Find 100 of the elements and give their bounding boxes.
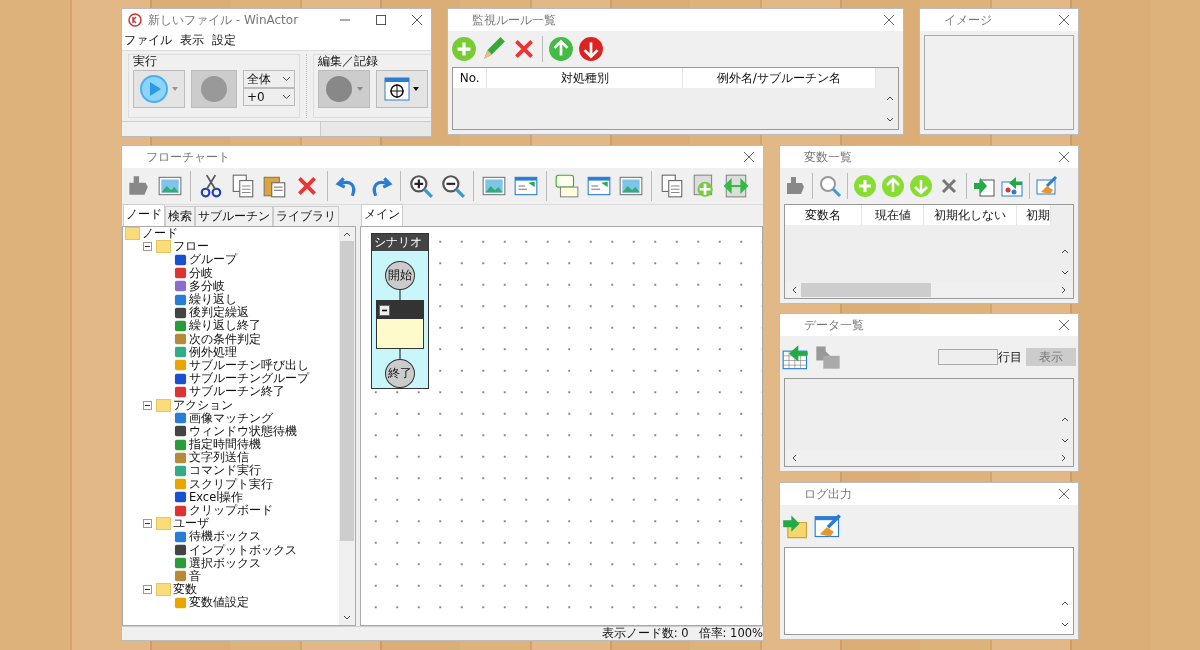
tree-item[interactable]: フロー bbox=[173, 240, 209, 254]
collapse-icon[interactable] bbox=[143, 585, 152, 595]
swap-icon[interactable] bbox=[723, 173, 749, 199]
tree-item[interactable]: インプットボックス bbox=[189, 543, 297, 557]
tree-item[interactable]: アクション bbox=[173, 398, 233, 412]
tree-item[interactable]: 文字列送信 bbox=[189, 451, 249, 465]
scissors-icon[interactable] bbox=[198, 173, 224, 199]
collapse-icon[interactable] bbox=[143, 519, 152, 529]
close-icon[interactable] bbox=[743, 151, 755, 163]
scroll-down-icon[interactable] bbox=[1061, 438, 1069, 444]
tree-item[interactable]: 変数 bbox=[173, 583, 197, 597]
column-header[interactable]: No. bbox=[453, 68, 488, 88]
tab[interactable]: サブルーチン bbox=[195, 206, 273, 226]
tree-item[interactable]: 次の条件判定 bbox=[189, 332, 261, 346]
start-node[interactable]: 開始 bbox=[385, 261, 415, 291]
scroll-thumb[interactable] bbox=[340, 241, 354, 541]
close-icon[interactable] bbox=[1058, 151, 1070, 163]
close-icon[interactable] bbox=[1058, 14, 1070, 26]
close-icon[interactable] bbox=[1058, 319, 1070, 331]
scroll-up-icon[interactable] bbox=[343, 231, 351, 237]
scroll-up-icon[interactable] bbox=[886, 95, 894, 101]
column-header[interactable]: 対処種別 bbox=[487, 68, 683, 88]
tree-item[interactable]: Excel操作 bbox=[189, 490, 244, 504]
menu-item[interactable]: 設定 bbox=[212, 32, 236, 49]
scroll-thumb[interactable] bbox=[801, 283, 931, 297]
scroll-left-icon[interactable] bbox=[791, 286, 797, 294]
copy-icon[interactable] bbox=[230, 173, 256, 199]
tree-item[interactable]: 画像マッチング bbox=[189, 411, 273, 425]
scroll-down-icon[interactable] bbox=[1061, 270, 1069, 276]
tree-item[interactable]: サブルーチン呼び出し bbox=[189, 358, 309, 372]
run-button[interactable] bbox=[133, 70, 185, 108]
tab[interactable]: メイン bbox=[361, 204, 403, 226]
column-header[interactable]: 初期 bbox=[1016, 205, 1051, 225]
tree-item[interactable]: グループ bbox=[189, 253, 237, 267]
tree-item[interactable]: 繰り返し終了 bbox=[189, 319, 261, 333]
target-button[interactable] bbox=[376, 70, 428, 108]
close-icon[interactable] bbox=[411, 14, 423, 26]
tree-item[interactable]: 選択ボックス bbox=[189, 556, 261, 570]
column-header[interactable]: 変数名 bbox=[785, 205, 863, 225]
scroll-up-icon[interactable] bbox=[1061, 416, 1069, 422]
scroll-right-icon[interactable] bbox=[1061, 286, 1067, 294]
record-button[interactable] bbox=[318, 70, 370, 108]
collapse-icon[interactable] bbox=[143, 242, 152, 252]
tree-item[interactable]: ウィンドウ状態待機 bbox=[189, 424, 297, 438]
tree-item[interactable]: スクリプト実行 bbox=[189, 477, 273, 491]
column-header[interactable]: 例外名/サブルーチン名 bbox=[682, 68, 876, 88]
tree-item[interactable]: 待機ボックス bbox=[189, 530, 261, 544]
menu-item[interactable]: ファイル bbox=[124, 32, 172, 49]
tree-item[interactable]: 分岐 bbox=[189, 266, 213, 280]
menu-item[interactable]: 表示 bbox=[180, 32, 204, 49]
maximize-icon[interactable] bbox=[375, 14, 387, 26]
scroll-down-icon[interactable] bbox=[886, 117, 894, 123]
collapse-icon[interactable] bbox=[143, 400, 152, 410]
tree-item[interactable]: ノード bbox=[142, 227, 178, 241]
import-icon[interactable] bbox=[782, 344, 810, 370]
end-node[interactable]: 終了 bbox=[385, 358, 415, 388]
flowchart-canvas[interactable]: シナリオ 開始 終了 bbox=[360, 226, 763, 626]
tree-item[interactable]: 例外処理 bbox=[189, 345, 237, 359]
scroll-right-icon[interactable] bbox=[1061, 454, 1067, 462]
scroll-left-icon[interactable] bbox=[791, 454, 797, 462]
tree-item[interactable]: ユーザ bbox=[173, 517, 209, 531]
clear-icon[interactable] bbox=[814, 513, 842, 539]
tree-item[interactable]: コマンド実行 bbox=[189, 464, 261, 478]
collapse-icon[interactable] bbox=[379, 304, 390, 316]
tree-item[interactable]: サブルーチングループ bbox=[189, 372, 309, 386]
comment-icon[interactable] bbox=[554, 173, 580, 199]
zoom-in-icon[interactable] bbox=[408, 173, 434, 199]
pencil-icon[interactable] bbox=[481, 36, 507, 62]
tab[interactable]: 検索 bbox=[165, 206, 195, 226]
tree-item[interactable]: 変数値設定 bbox=[189, 596, 249, 610]
up-icon[interactable] bbox=[548, 36, 574, 62]
down-icon[interactable] bbox=[578, 36, 604, 62]
close-icon[interactable] bbox=[1058, 488, 1070, 500]
tree-item[interactable]: サブルーチン終了 bbox=[189, 385, 285, 399]
scroll-down-icon[interactable] bbox=[1061, 622, 1069, 628]
tree-item[interactable]: 音 bbox=[189, 569, 201, 583]
zoom-out-icon[interactable] bbox=[440, 173, 466, 199]
clear-icon[interactable] bbox=[1035, 174, 1059, 198]
tree-item[interactable]: 後判定繰返 bbox=[189, 306, 249, 320]
group-node[interactable] bbox=[376, 300, 424, 349]
tree-item[interactable]: 多分岐 bbox=[189, 279, 225, 293]
scroll-down-icon[interactable] bbox=[343, 615, 351, 621]
close-icon[interactable] bbox=[883, 14, 895, 26]
column-header[interactable]: 現在値 bbox=[862, 205, 924, 225]
tab[interactable]: ノード bbox=[123, 204, 165, 226]
tab[interactable]: ライブラリ bbox=[273, 206, 339, 226]
row-number-field[interactable] bbox=[938, 349, 998, 365]
range-select[interactable]: 全体 bbox=[243, 70, 295, 88]
export-icon[interactable] bbox=[1000, 174, 1024, 198]
tree-item[interactable]: 指定時間待機 bbox=[189, 438, 261, 452]
offset-select[interactable]: +0 bbox=[243, 88, 295, 106]
tree-item[interactable]: 繰り返し bbox=[189, 293, 237, 307]
scroll-up-icon[interactable] bbox=[1061, 600, 1069, 606]
scrollbar[interactable] bbox=[339, 227, 355, 625]
scroll-up-icon[interactable] bbox=[1061, 248, 1069, 254]
folder-icon[interactable] bbox=[782, 513, 810, 539]
column-header[interactable]: 初期化しない bbox=[923, 205, 1017, 225]
tree-item[interactable]: クリップボード bbox=[189, 504, 273, 518]
export-icon[interactable] bbox=[814, 344, 842, 370]
search-icon[interactable] bbox=[818, 174, 842, 198]
